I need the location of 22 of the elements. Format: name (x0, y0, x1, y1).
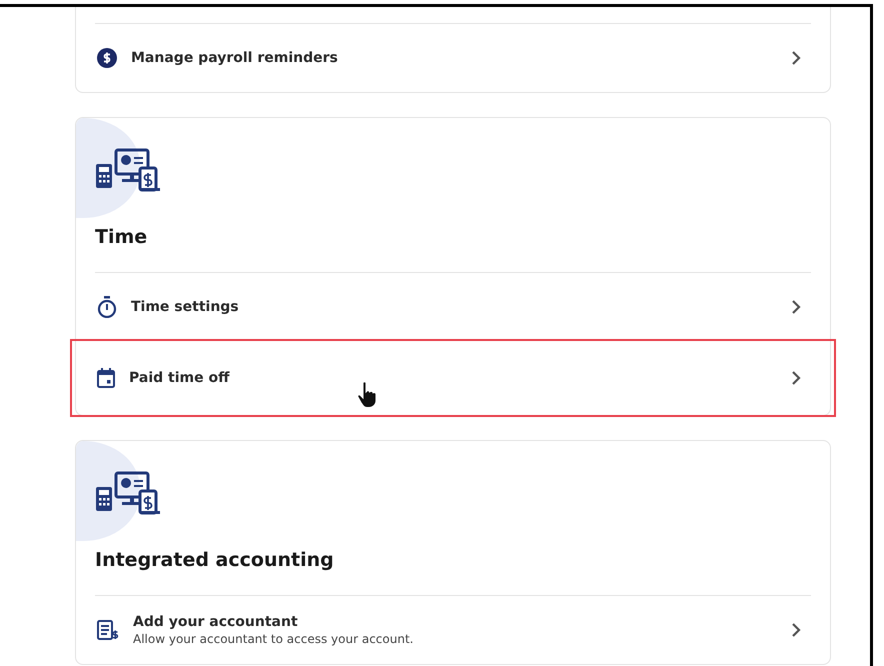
settings-row[interactable]: Time settings (95, 273, 811, 341)
row-label: Manage payroll reminders (131, 50, 339, 66)
row-label: Time settings (131, 299, 240, 315)
row-description: Allow your accountant to access your account. (133, 632, 414, 646)
hand-cursor-icon (357, 381, 377, 409)
section-title: Time (95, 192, 811, 273)
section-title: Integrated accounting (95, 515, 811, 596)
calculator-monitor-icon (96, 148, 160, 192)
dollar-icon (97, 48, 117, 68)
calendar-icon (97, 368, 115, 388)
stopwatch-icon (97, 296, 117, 318)
chevron-right-icon (791, 50, 801, 66)
chevron-right-icon (791, 622, 801, 638)
calculator-monitor-icon (96, 471, 160, 515)
row-label: Paid time off (129, 370, 231, 386)
settings-row[interactable]: Add your accountant Allow your accountant to access your account. (95, 596, 811, 664)
settings-row[interactable]: Manage payroll reminders (95, 23, 811, 92)
row-label: Add your accountant (133, 614, 299, 630)
chevron-right-icon (791, 370, 801, 386)
chevron-right-icon (791, 299, 801, 315)
settings-row[interactable]: Paid time off (72, 341, 834, 415)
document-dollar-icon (97, 620, 119, 640)
